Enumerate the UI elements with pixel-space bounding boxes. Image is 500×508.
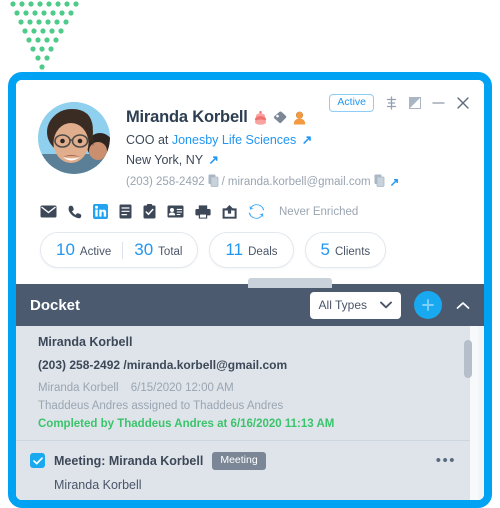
contact-name: Miranda Korbell bbox=[126, 108, 248, 126]
expand-icon[interactable] bbox=[409, 96, 421, 109]
stat-pill-clients[interactable]: 5 Clients bbox=[304, 232, 387, 268]
action-icon-row: Never Enriched bbox=[40, 204, 468, 219]
contact-card: Active Miranda Korbell COO at Jonesby Li… bbox=[16, 80, 484, 284]
status-badge: Meeting bbox=[212, 452, 266, 470]
chevron-up-icon bbox=[456, 301, 470, 309]
stat-pill-deals[interactable]: 11 Deals bbox=[209, 232, 294, 268]
contact-details-line: (203) 258-2492 / miranda.korbell@gmail.c… bbox=[126, 174, 468, 190]
active-count: 10 bbox=[56, 240, 75, 259]
docket-item-meta: Miranda Korbell 6/15/2020 12:00 AM bbox=[38, 382, 456, 394]
total-label: Total bbox=[158, 246, 183, 258]
docket-item-completion: Completed by Thaddeus Andres at 6/16/202… bbox=[38, 418, 335, 430]
type-filter-select[interactable]: All Types bbox=[309, 291, 401, 319]
note-icon[interactable] bbox=[119, 204, 132, 219]
email-address[interactable]: miranda.korbell@gmail.com bbox=[228, 176, 371, 188]
docket-item-assignment: Thaddeus Andres assigned to Thaddeus And… bbox=[38, 400, 284, 412]
avatar[interactable] bbox=[38, 102, 110, 174]
minimize-icon[interactable] bbox=[432, 97, 445, 109]
email-icon[interactable] bbox=[40, 205, 57, 218]
sync-icon[interactable] bbox=[248, 204, 265, 219]
list-item[interactable]: Meeting: Miranda Korbell Meeting ••• Mir… bbox=[16, 441, 470, 500]
window-controls: Active bbox=[329, 94, 470, 112]
stats-row: 10 Active 30 Total 11 Deals 5 Clients bbox=[40, 232, 468, 268]
list-item[interactable]: Miranda Korbell (203) 258-2492 /miranda.… bbox=[16, 326, 470, 441]
external-link-icon[interactable]: ↗ bbox=[390, 175, 400, 189]
type-filter-value: All Types bbox=[318, 298, 367, 312]
task-icon[interactable] bbox=[143, 204, 156, 219]
docket-scroll-area: Miranda Korbell (203) 258-2492 /miranda.… bbox=[16, 326, 470, 500]
plus-icon bbox=[422, 299, 434, 311]
contact-window: Active Miranda Korbell COO at Jonesby Li… bbox=[8, 72, 492, 508]
kebab-menu-icon[interactable]: ••• bbox=[436, 453, 456, 468]
contact-card-icon[interactable] bbox=[167, 205, 184, 218]
docket-item-subtitle: Miranda Korbell bbox=[54, 477, 142, 492]
docket-item-contact: (203) 258-2492 /miranda.korbell@gmail.co… bbox=[38, 358, 288, 372]
docket-list: Miranda Korbell (203) 258-2492 /miranda.… bbox=[16, 326, 484, 500]
person-icon[interactable] bbox=[293, 111, 306, 125]
check-icon bbox=[32, 457, 43, 465]
phone-icon[interactable] bbox=[68, 205, 82, 219]
tag-icon[interactable] bbox=[273, 111, 287, 124]
scrollbar-thumb[interactable] bbox=[464, 340, 472, 378]
external-link-icon[interactable]: ↗ bbox=[302, 132, 312, 147]
total-count: 30 bbox=[134, 240, 154, 259]
docket-item-name: Miranda Korbell bbox=[38, 335, 133, 349]
external-link-icon[interactable]: ↗ bbox=[208, 152, 218, 167]
close-icon[interactable] bbox=[456, 96, 470, 110]
screenshot-root: Active Miranda Korbell COO at Jonesby Li… bbox=[0, 0, 500, 508]
job-title-line: COO at Jonesby Life Sciences ↗ bbox=[126, 132, 468, 147]
scrollbar-track[interactable] bbox=[464, 326, 478, 500]
print-icon[interactable] bbox=[195, 204, 211, 219]
add-docket-item-button[interactable] bbox=[414, 291, 442, 319]
company-link[interactable]: Jonesby Life Sciences bbox=[172, 133, 296, 147]
deals-count: 11 bbox=[225, 240, 244, 259]
docket-header: Docket All Types bbox=[16, 278, 484, 326]
location-line: New York, NY ↗ bbox=[126, 152, 468, 167]
status-badge[interactable]: Active bbox=[329, 94, 374, 112]
detail-separator: / bbox=[221, 176, 225, 188]
hot-lead-icon[interactable] bbox=[254, 110, 267, 125]
location-text: New York, NY bbox=[126, 153, 203, 167]
enrichment-status: Never Enriched bbox=[279, 205, 359, 218]
docket-title: Docket bbox=[30, 296, 81, 314]
copy-icon[interactable] bbox=[374, 174, 385, 190]
scrolled-content-peek bbox=[248, 278, 332, 288]
sliders-icon[interactable] bbox=[385, 96, 398, 110]
phone-number[interactable]: (203) 258-2492 bbox=[126, 176, 205, 188]
docket-item-author: Miranda Korbell bbox=[38, 382, 119, 394]
docket-item-title: Meeting: Miranda Korbell bbox=[54, 453, 204, 468]
stat-pill-active-total[interactable]: 10 Active 30 Total bbox=[40, 232, 199, 268]
share-icon[interactable] bbox=[222, 204, 237, 219]
chevron-down-icon bbox=[380, 301, 392, 309]
copy-icon[interactable] bbox=[208, 174, 219, 190]
clients-count: 5 bbox=[320, 240, 330, 259]
job-title-prefix: COO at bbox=[126, 133, 169, 147]
docket-item-timestamp: 6/15/2020 12:00 AM bbox=[130, 382, 234, 394]
clients-label: Clients bbox=[335, 246, 371, 258]
active-label: Active bbox=[79, 246, 112, 258]
deals-label: Deals bbox=[248, 246, 278, 258]
collapse-docket-button[interactable] bbox=[456, 301, 470, 310]
task-checkbox[interactable] bbox=[30, 453, 45, 469]
pill-divider bbox=[122, 241, 124, 259]
linkedin-icon[interactable] bbox=[93, 204, 108, 219]
